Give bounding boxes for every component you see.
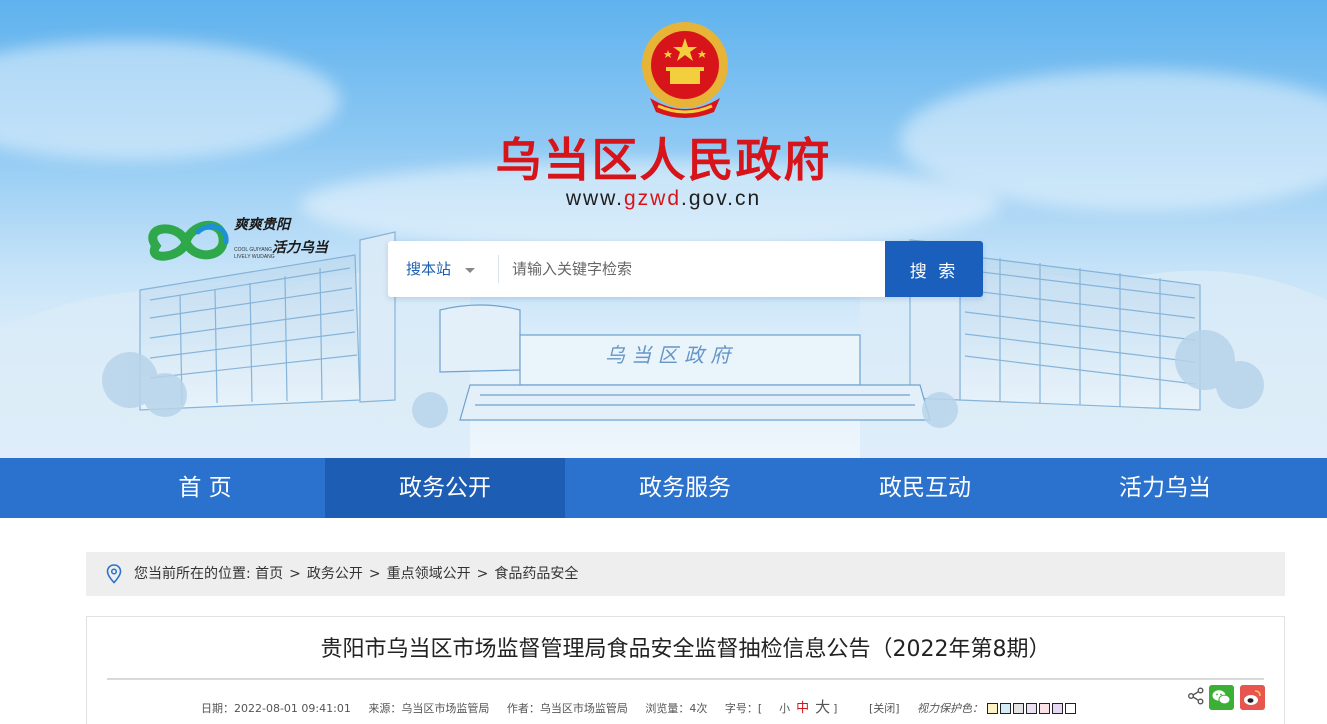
eye-care-color-white[interactable] [1065,703,1077,714]
font-size-control: 字号：[ 小中大] [724,698,852,716]
article-panel: 贵阳市乌当区市场监督管理局食品安全监督抽检信息公告（2022年第8期） 日期：2… [86,616,1285,724]
font-size-medium-button[interactable]: 中 [793,701,812,716]
font-size-large-button[interactable]: 大 [812,698,833,716]
share-icon[interactable] [1187,687,1205,705]
site-url[interactable]: www.gzwd.gov.cn [0,187,1327,211]
eye-care-label: 视力保护色： [917,702,984,715]
nav-item-home[interactable]: 首 页 [85,458,325,518]
nav-item-government-affairs-disclosure[interactable]: 政务公开 [325,458,565,518]
eye-care-color-lavender[interactable] [1026,703,1038,714]
article-author: 作者：乌当区市场监管局 [506,702,628,715]
title-divider [107,678,1264,680]
article-date: 日期：2022-08-01 09:41:01 [201,702,351,715]
search-button[interactable]: 搜 索 [885,241,983,297]
slogan-en-line-1: COOL GUIYANG [234,247,273,253]
header-banner: 乌 当 区 政 府 乌当区人民政府 www.gzwd.gov.cn 爽爽贵阳 活… [0,0,1327,458]
weibo-share-icon[interactable] [1240,685,1265,710]
breadcrumb-link-food-drug-safety[interactable]: 食品药品安全 [494,566,578,582]
breadcrumb-prefix: 您当前所在的位置: [134,566,251,582]
wechat-share-icon[interactable] [1209,685,1234,710]
eye-care-color-pink[interactable] [1039,703,1051,714]
breadcrumb-separator: > [368,566,381,582]
font-size-bracket: ] [833,702,838,715]
eye-care-color-blue[interactable] [1000,703,1012,714]
slogan-english: COOL GUIYANG LIVELY WUDANG [234,247,284,261]
search-input[interactable] [512,251,872,287]
national-emblem-icon [642,22,728,118]
nav-item-vibrant-wudang[interactable]: 活力乌当 [1045,458,1285,518]
site-url-highlight: gzwd [624,187,682,210]
article-meta: 日期：2022-08-01 09:41:01 来源：乌当区市场监管局 作者：乌当… [201,696,1078,717]
close-page-button[interactable]: [关闭] [869,702,900,715]
site-url-suffix: .gov.cn [681,187,762,210]
article-source: 来源：乌当区市场监管局 [368,702,490,715]
font-size-small-button[interactable]: 小 [776,702,793,715]
chevron-down-icon[interactable] [465,268,475,273]
slogan-line-1: 爽爽贵阳 [234,217,290,233]
site-title: 乌当区人民政府 [495,133,832,187]
search-divider [498,255,499,283]
slogan-en-line-2: LIVELY WUDANG [234,254,275,260]
location-pin-icon [106,564,122,584]
search-scope-select[interactable]: 搜本站 [406,241,451,297]
font-size-label: 字号：[ [724,702,763,715]
main-nav: 首 页 政务公开 政务服务 政民互动 活力乌当 [0,458,1327,518]
eye-care-color-gray[interactable] [1013,703,1025,714]
breadcrumb-separator: > [476,566,489,582]
article-views: 浏览量：4次 [645,702,708,715]
breadcrumb-separator: > [289,566,301,582]
nav-item-government-services[interactable]: 政务服务 [565,458,805,518]
breadcrumb-trail: 您当前所在的位置: 首页 > 政务公开 > 重点领域公开 > 食品药品安全 [134,552,578,596]
nav-item-public-interaction[interactable]: 政民互动 [805,458,1045,518]
article-title: 贵阳市乌当区市场监督管理局食品安全监督抽检信息公告（2022年第8期） [320,637,1051,662]
breadcrumb-link-home[interactable]: 首页 [255,566,283,582]
svg-text:乌 当 区 政 府: 乌 当 区 政 府 [605,343,733,367]
breadcrumb-link-key-areas[interactable]: 重点领域公开 [387,566,471,582]
site-url-prefix: www. [565,187,624,210]
breadcrumb-link-government-affairs[interactable]: 政务公开 [307,566,363,582]
search-bar: 搜本站 搜 索 [388,241,983,297]
eye-care-color-yellow[interactable] [987,703,999,714]
breadcrumb: 您当前所在的位置: 首页 > 政务公开 > 重点领域公开 > 食品药品安全 [86,552,1285,596]
eye-care-color-purple[interactable] [1052,703,1064,714]
